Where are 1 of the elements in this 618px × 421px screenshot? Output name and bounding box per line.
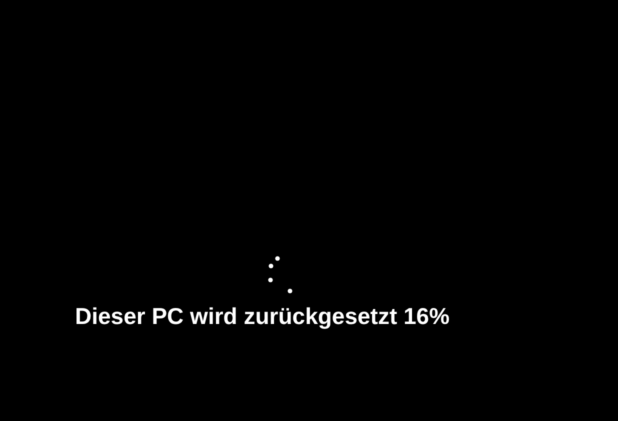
status-message: Dieser PC wird zurückgesetzt 16%: [75, 302, 450, 330]
